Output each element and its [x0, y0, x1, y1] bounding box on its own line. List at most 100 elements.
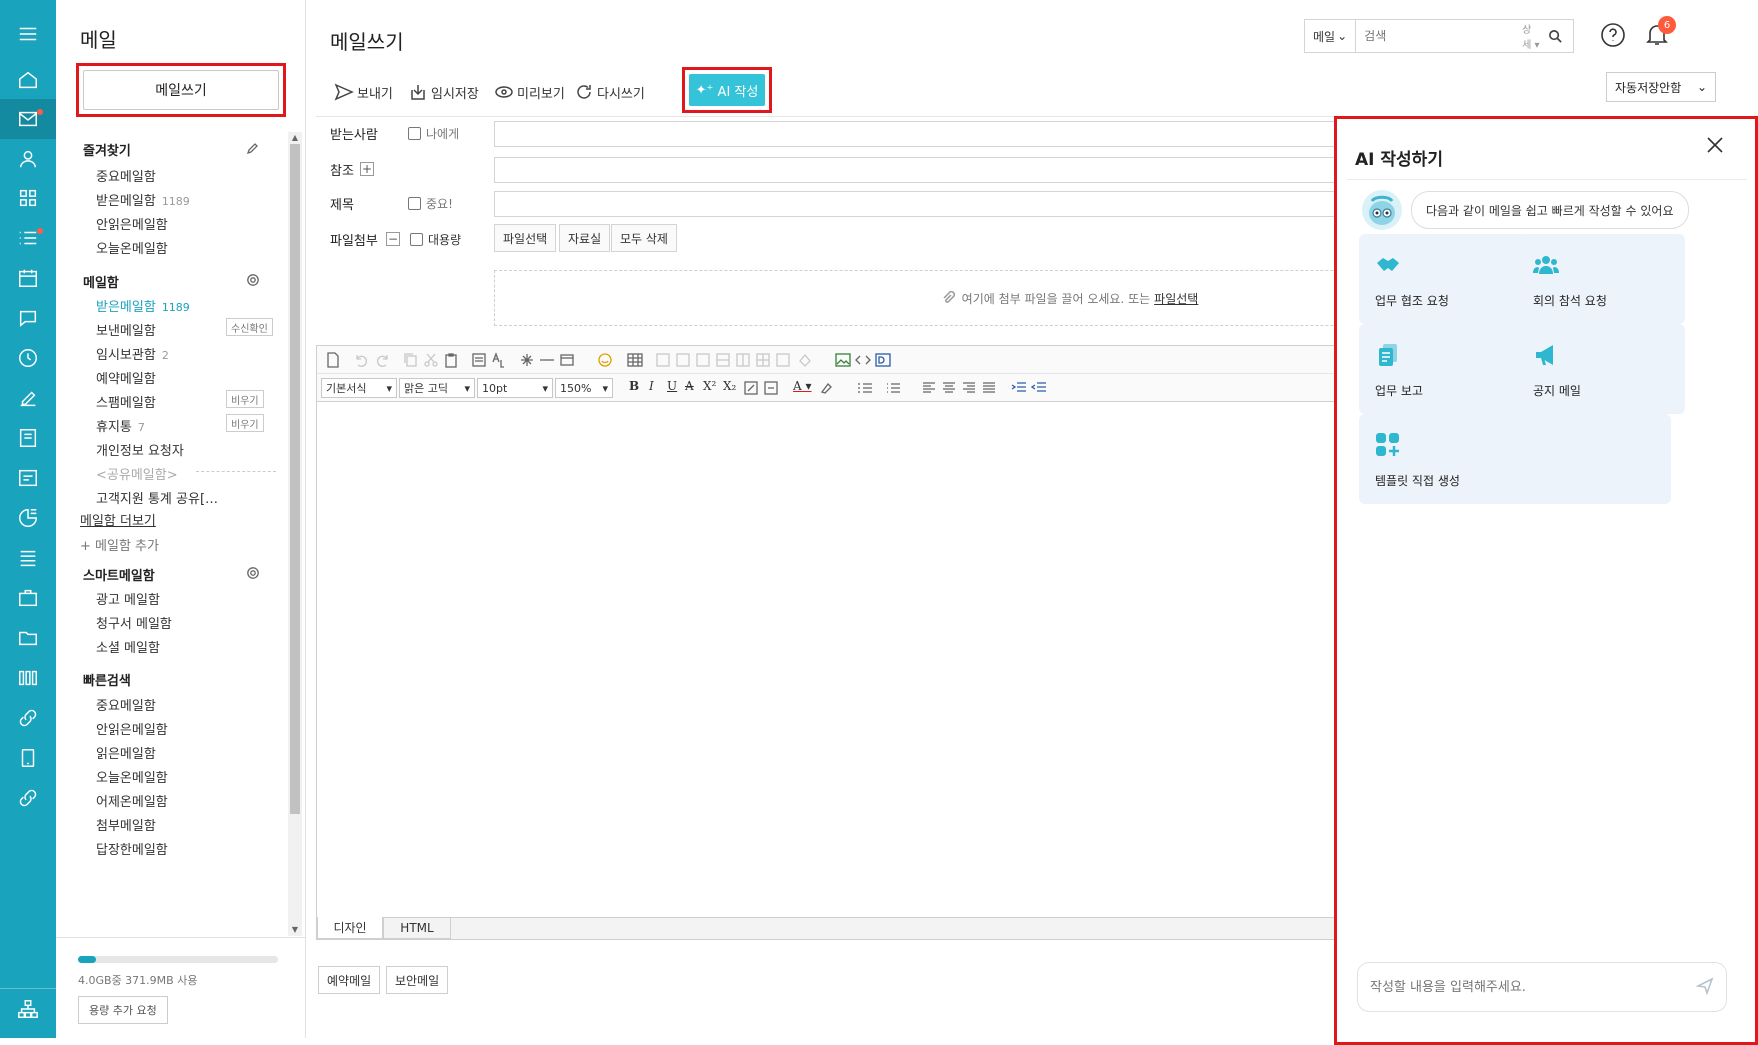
ordered-list-icon[interactable] — [857, 380, 873, 396]
font-family-select[interactable]: 맑은 고딕 ▾ — [399, 378, 475, 398]
task-list-icon[interactable] — [0, 218, 56, 258]
send-icon[interactable] — [1695, 976, 1714, 998]
quick-item[interactable]: 어제온메일함 — [96, 791, 168, 810]
bullet-list-icon[interactable] — [885, 380, 901, 396]
scroll-down-arrow[interactable]: ▼ — [288, 924, 302, 936]
mail-icon[interactable] — [0, 99, 56, 139]
scheduled-mail-button[interactable]: 예약메일 — [318, 966, 381, 994]
bold-button[interactable]: B — [629, 379, 639, 393]
horizontal-rule-icon[interactable] — [539, 352, 555, 368]
ai-card-report[interactable]: 업무 보고 — [1359, 324, 1527, 414]
quick-item[interactable]: 읽은메일함 — [96, 743, 156, 762]
calendar-icon[interactable] — [0, 258, 56, 298]
special-char-icon[interactable] — [519, 352, 535, 368]
paste-icon[interactable] — [443, 352, 459, 368]
favorite-item[interactable]: 중요메일함 — [96, 166, 156, 185]
table-icon[interactable] — [627, 352, 643, 368]
scroll-thumb[interactable] — [290, 144, 300, 814]
briefcase-icon[interactable] — [0, 578, 56, 618]
ds-icon[interactable] — [875, 352, 891, 368]
ai-card-meeting[interactable]: 회의 참석 요청 — [1517, 234, 1685, 324]
cc-expand-button[interactable]: + — [360, 162, 374, 176]
mailbox-drafts[interactable]: 임시보관함 2 — [96, 344, 169, 363]
pencil-icon[interactable] — [246, 141, 260, 155]
table-tool-icon[interactable] — [675, 352, 691, 368]
close-icon[interactable] — [1703, 133, 1727, 157]
archive-icon[interactable] — [0, 538, 56, 578]
search-detail-button[interactable]: 상세 ▾ — [1522, 21, 1540, 51]
table-tool-icon[interactable] — [715, 352, 731, 368]
ai-prompt-input[interactable] — [1370, 979, 1696, 995]
important-checkbox[interactable]: 중요! — [408, 195, 453, 212]
tab-html[interactable]: HTML — [383, 917, 451, 939]
clock-icon[interactable] — [0, 338, 56, 378]
quick-item[interactable]: 안읽은메일함 — [96, 719, 168, 738]
code-icon[interactable] — [855, 352, 871, 368]
line-height-select[interactable]: 150% ▾ — [555, 378, 613, 398]
strikethrough-button[interactable]: A — [685, 379, 694, 393]
shared-mailbox-item[interactable]: 고객지원 통계 공유[… — [96, 488, 218, 507]
search-scope-select[interactable]: 메일 ⌄ — [1305, 20, 1357, 52]
org-chart-icon[interactable] — [0, 988, 56, 1028]
paragraph-style-select[interactable]: 기본서식 ▾ — [321, 378, 397, 398]
help-icon[interactable] — [1600, 22, 1626, 48]
report-icon[interactable] — [0, 498, 56, 538]
home-icon[interactable] — [0, 60, 56, 100]
favorite-item[interactable]: 받은메일함 1189 — [96, 190, 190, 209]
add-mailbox-button[interactable]: + 메일함 추가 — [80, 535, 159, 554]
apps-grid-icon[interactable] — [0, 178, 56, 218]
mailbox-spam[interactable]: 스팸메일함 — [96, 392, 156, 411]
delete-all-button[interactable]: 모두 삭제 — [611, 224, 677, 252]
align-left-icon[interactable] — [921, 380, 937, 396]
outdent-icon[interactable] — [1030, 380, 1047, 396]
large-file-checkbox[interactable]: 대용량 — [410, 231, 461, 248]
autosave-select[interactable]: 자동저장안함 ⌄ — [1606, 72, 1716, 102]
image-icon[interactable] — [835, 352, 851, 368]
link-icon-2[interactable] — [0, 778, 56, 818]
preview-button[interactable]: 미리보기 — [494, 78, 565, 106]
undo-icon[interactable] — [353, 352, 369, 368]
quick-item[interactable]: 오늘온메일함 — [96, 767, 168, 786]
attach-collapse-button[interactable]: − — [386, 232, 400, 246]
more-mailboxes-link[interactable]: 메일함 더보기 — [80, 510, 156, 529]
menu-icon[interactable] — [0, 14, 56, 54]
mailbox-privacy[interactable]: 개인정보 요청자 — [96, 440, 184, 459]
chat-icon[interactable] — [0, 298, 56, 338]
edit-icon[interactable] — [0, 378, 56, 418]
format-painter-icon[interactable] — [763, 380, 779, 396]
mailbox-trash[interactable]: 휴지통 7 — [96, 416, 145, 435]
table-tool-icon[interactable] — [775, 352, 791, 368]
insert-box-icon[interactable] — [559, 352, 575, 368]
mobile-icon[interactable] — [0, 738, 56, 778]
save-draft-button[interactable]: 임시저장 — [408, 78, 479, 106]
table-tool-icon[interactable] — [755, 352, 771, 368]
search-input[interactable] — [1356, 20, 1523, 52]
library-button[interactable]: 자료실 — [559, 224, 611, 252]
ai-card-notice[interactable]: 공지 메일 — [1517, 324, 1685, 414]
table-tool-icon[interactable] — [695, 352, 711, 368]
subscript-button[interactable]: X₂ — [723, 379, 736, 393]
file-select-button[interactable]: 파일선택 — [494, 224, 557, 252]
empty-trash-button[interactable]: 비우기 — [226, 414, 264, 432]
quick-item[interactable]: 첨부메일함 — [96, 815, 156, 834]
contacts-icon[interactable] — [0, 139, 56, 179]
underline-button[interactable]: U — [667, 379, 677, 393]
secure-mail-button[interactable]: 보안메일 — [386, 966, 449, 994]
favorite-item[interactable]: 오늘온메일함 — [96, 238, 168, 257]
align-right-icon[interactable] — [961, 380, 977, 396]
rewrite-button[interactable]: 다시쓰기 — [574, 78, 645, 106]
smart-item[interactable]: 소셜 메일함 — [96, 637, 160, 656]
cut-icon[interactable] — [423, 352, 439, 368]
notice-icon[interactable] — [0, 458, 56, 498]
ai-card-cooperation[interactable]: 업무 협조 요청 — [1359, 234, 1527, 324]
copy-icon[interactable] — [403, 352, 419, 368]
mailbox-sent[interactable]: 보낸메일함 — [96, 320, 156, 339]
request-storage-button[interactable]: 용량 추가 요청 — [78, 996, 168, 1024]
link-icon[interactable] — [0, 698, 56, 738]
sidebar-scrollbar[interactable]: ▲ ▼ — [288, 132, 302, 936]
gear-icon[interactable] — [246, 273, 260, 287]
smart-item[interactable]: 광고 메일함 — [96, 589, 160, 608]
align-justify-icon[interactable] — [981, 380, 997, 396]
redo-icon[interactable] — [375, 352, 391, 368]
table-tool-icon[interactable] — [655, 352, 671, 368]
